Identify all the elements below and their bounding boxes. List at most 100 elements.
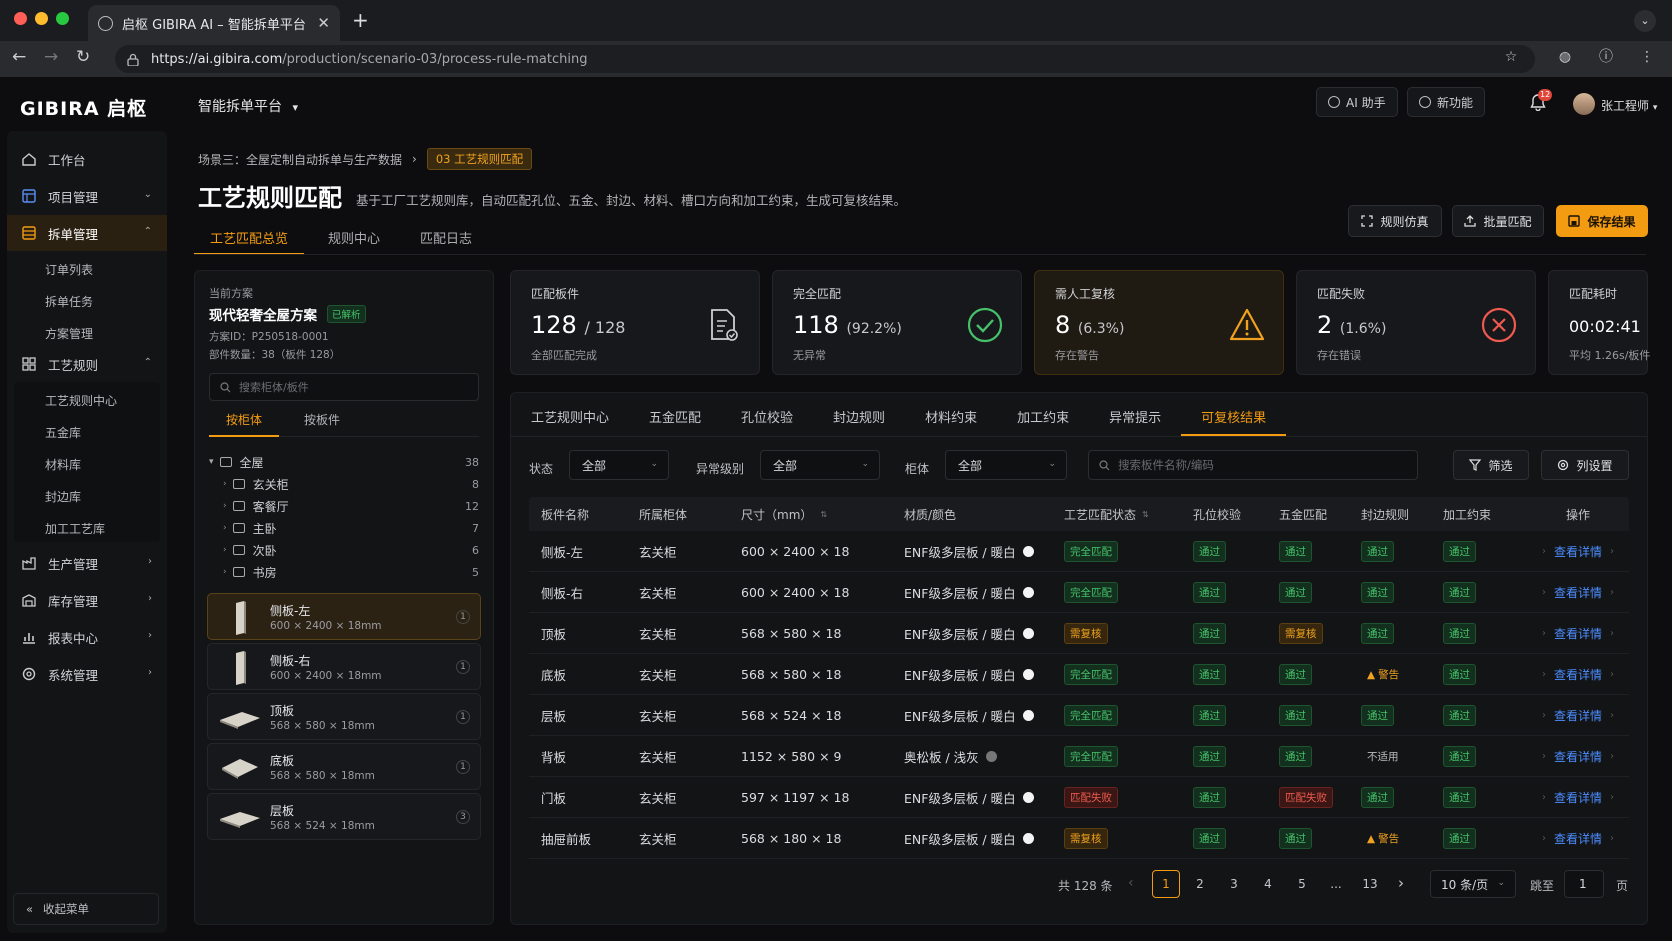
panel-card[interactable]: 侧板-左 600 × 2400 × 18mm 1 <box>207 593 481 640</box>
column-settings-button[interactable]: 列设置 <box>1541 450 1629 480</box>
tab-rule-center[interactable]: 工艺规则中心 <box>511 393 629 436</box>
tab-by-cabinet[interactable]: 按柜体 <box>209 411 279 437</box>
result-panel: 工艺规则中心 五金匹配 孔位校验 封边规则 材料约束 加工约束 异常提示 可复核… <box>510 392 1648 925</box>
check-circle-icon <box>967 307 1003 343</box>
panel-card[interactable]: 层板 568 × 524 × 18mm 3 <box>207 793 481 840</box>
ai-assistant-button[interactable]: AI 助手 <box>1316 87 1398 117</box>
tree-item-living-dining[interactable]: › 客餐厅 12 <box>209 495 479 517</box>
filter-button[interactable]: 筛选 <box>1453 450 1529 480</box>
prev-page-icon[interactable]: ‹ <box>1128 875 1134 891</box>
chevron-down-icon: ▾ <box>292 101 298 114</box>
back-icon[interactable]: ← <box>12 47 26 67</box>
tab-exceptions[interactable]: 异常提示 <box>1089 393 1181 436</box>
tab-material-constraints[interactable]: 材料约束 <box>905 393 997 436</box>
reload-icon[interactable]: ↻ <box>76 47 90 67</box>
batch-match-button[interactable]: 批量匹配 <box>1452 205 1544 237</box>
level-select[interactable]: 全部 ⌄ <box>760 450 880 480</box>
sidebar-subitem-process-lib[interactable]: 加工工艺库 <box>45 520 105 537</box>
panel-card[interactable]: 侧板-右 600 × 2400 × 18mm 1 <box>207 643 481 690</box>
tab-rule-center[interactable]: 规则中心 <box>312 223 396 255</box>
tab-edge-rules[interactable]: 封边规则 <box>813 393 905 436</box>
page-button[interactable]: 2 <box>1186 870 1214 898</box>
breadcrumb-parent[interactable]: 场景三：全屋定制自动拆单与生产数据 <box>198 151 402 168</box>
sidebar-subitem-rule-center[interactable]: 工艺规则中心 <box>45 392 117 409</box>
goto-page-input[interactable]: 1 <box>1564 870 1604 898</box>
view-details-link[interactable]: 查看详情 <box>1554 707 1602 724</box>
scheme-tabs: 按柜体 按板件 <box>209 411 479 437</box>
cabinet-select[interactable]: 全部 ⌄ <box>945 450 1067 480</box>
view-details-link[interactable]: 查看详情 <box>1554 625 1602 642</box>
status-select[interactable]: 全部 ⌄ <box>569 450 669 480</box>
column-header-sortable[interactable]: 工艺匹配状态 ⇅ <box>1052 506 1181 523</box>
sidebar-subitem-edge-lib[interactable]: 封边库 <box>45 488 81 505</box>
browser-menu-icon[interactable]: ⋮ <box>1638 48 1656 66</box>
view-details-link[interactable]: 查看详情 <box>1554 584 1602 601</box>
view-details-link[interactable]: 查看详情 <box>1554 830 1602 847</box>
close-window-button[interactable] <box>14 12 27 25</box>
extension-icon[interactable]: ◍ <box>1556 48 1574 66</box>
save-result-button[interactable]: 保存结果 <box>1556 205 1648 237</box>
platform-switcher[interactable]: 智能拆单平台 ▾ <box>198 96 298 116</box>
sidebar-item-workbench[interactable]: 工作台 <box>7 141 167 177</box>
panel-card[interactable]: 底板 568 × 580 × 18mm 1 <box>207 743 481 790</box>
page-button[interactable]: 1 <box>1152 870 1180 898</box>
tab-match-log[interactable]: 匹配日志 <box>404 223 488 255</box>
sidebar-item-order-split[interactable]: 拆单管理 ⌃ <box>7 215 167 251</box>
info-icon[interactable]: ⓘ <box>1597 48 1615 66</box>
browser-tab[interactable]: 启枢 GIBIRA AI – 智能拆单平台 ✕ <box>88 5 340 41</box>
tree-item-master-bedroom[interactable]: › 主卧 7 <box>209 517 479 539</box>
next-page-icon[interactable]: › <box>1398 874 1404 892</box>
rule-simulation-button[interactable]: 规则仿真 <box>1348 205 1442 237</box>
tree-item-study[interactable]: › 书房 5 <box>209 561 479 583</box>
sidebar-subitem-hardware-lib[interactable]: 五金库 <box>45 424 81 441</box>
new-tab-icon[interactable]: + <box>352 8 369 32</box>
tree-item-second-bedroom[interactable]: › 次卧 6 <box>209 539 479 561</box>
tab-match-overview[interactable]: 工艺匹配总览 <box>194 223 305 255</box>
sidebar-subitem-schemes[interactable]: 方案管理 <box>45 325 93 342</box>
sidebar-item-reports[interactable]: 报表中心 › <box>7 619 167 655</box>
tree-item-whole-house[interactable]: ▾ 全屋 38 <box>209 451 479 473</box>
favicon-icon <box>98 15 113 31</box>
view-details-link[interactable]: 查看详情 <box>1554 666 1602 683</box>
sidebar-item-production[interactable]: 生产管理 › <box>7 545 167 581</box>
page-button[interactable]: 3 <box>1220 870 1248 898</box>
view-details-link[interactable]: 查看详情 <box>1554 748 1602 765</box>
new-features-button[interactable]: 新功能 <box>1407 87 1486 117</box>
panel-card[interactable]: 顶板 568 × 580 × 18mm 1 <box>207 693 481 740</box>
sidebar-subitem-split-tasks[interactable]: 拆单任务 <box>45 293 93 310</box>
tab-process-constraints[interactable]: 加工约束 <box>997 393 1089 436</box>
tree-item-entry-cabinet[interactable]: › 玄关柜 8 <box>209 473 479 495</box>
sidebar-item-system[interactable]: 系统管理 › <box>7 656 167 692</box>
close-tab-icon[interactable]: ✕ <box>317 14 330 32</box>
view-details-link[interactable]: 查看详情 <box>1554 789 1602 806</box>
chevron-right-icon: › <box>1610 668 1614 680</box>
sidebar-subitem-orders[interactable]: 订单列表 <box>45 261 93 278</box>
sidebar-item-process-rules[interactable]: 工艺规则 ⌃ <box>7 346 167 382</box>
cell-material: ENF级多层板 / 暖白 <box>892 583 1052 602</box>
sidebar-item-inventory[interactable]: 库存管理 › <box>7 582 167 618</box>
maximize-window-button[interactable] <box>56 12 69 25</box>
tab-hardware-match[interactable]: 五金匹配 <box>629 393 721 436</box>
panel-search-input[interactable]: 搜索板件名称/编码 <box>1088 450 1418 480</box>
url-bar[interactable]: https://ai.gibira.com/production/scenari… <box>115 45 1535 73</box>
minimize-window-button[interactable] <box>35 12 48 25</box>
page-button[interactable]: 4 <box>1254 870 1282 898</box>
view-details-link[interactable]: 查看详情 <box>1554 543 1602 560</box>
cabinet-search-input[interactable]: 搜索柜体/板件 <box>209 373 479 401</box>
page-button[interactable]: 5 <box>1288 870 1316 898</box>
grid-icon <box>22 189 36 203</box>
page-size-select[interactable]: 10 条/页 ⌄ <box>1430 870 1516 898</box>
tab-hole-check[interactable]: 孔位校验 <box>721 393 813 436</box>
collapse-menu-button[interactable]: « 收起菜单 <box>13 893 159 925</box>
column-header-sortable[interactable]: 尺寸（mm） ⇅ <box>729 506 892 523</box>
sidebar-item-projects[interactable]: 项目管理 ⌄ <box>7 178 167 214</box>
tab-list-chevron-icon[interactable]: ⌄ <box>1634 10 1656 32</box>
sidebar-subitem-material-lib[interactable]: 材料库 <box>45 456 81 473</box>
tab-by-panel[interactable]: 按板件 <box>287 411 357 437</box>
page-button[interactable]: 13 <box>1356 870 1384 898</box>
forward-icon[interactable]: → <box>44 47 58 67</box>
tab-reviewable-results[interactable]: 可复核结果 <box>1181 393 1287 436</box>
bookmark-star-icon[interactable]: ☆ <box>1502 48 1520 66</box>
user-menu[interactable]: 张工程师 ▾ <box>1601 97 1657 114</box>
avatar[interactable] <box>1573 93 1595 115</box>
